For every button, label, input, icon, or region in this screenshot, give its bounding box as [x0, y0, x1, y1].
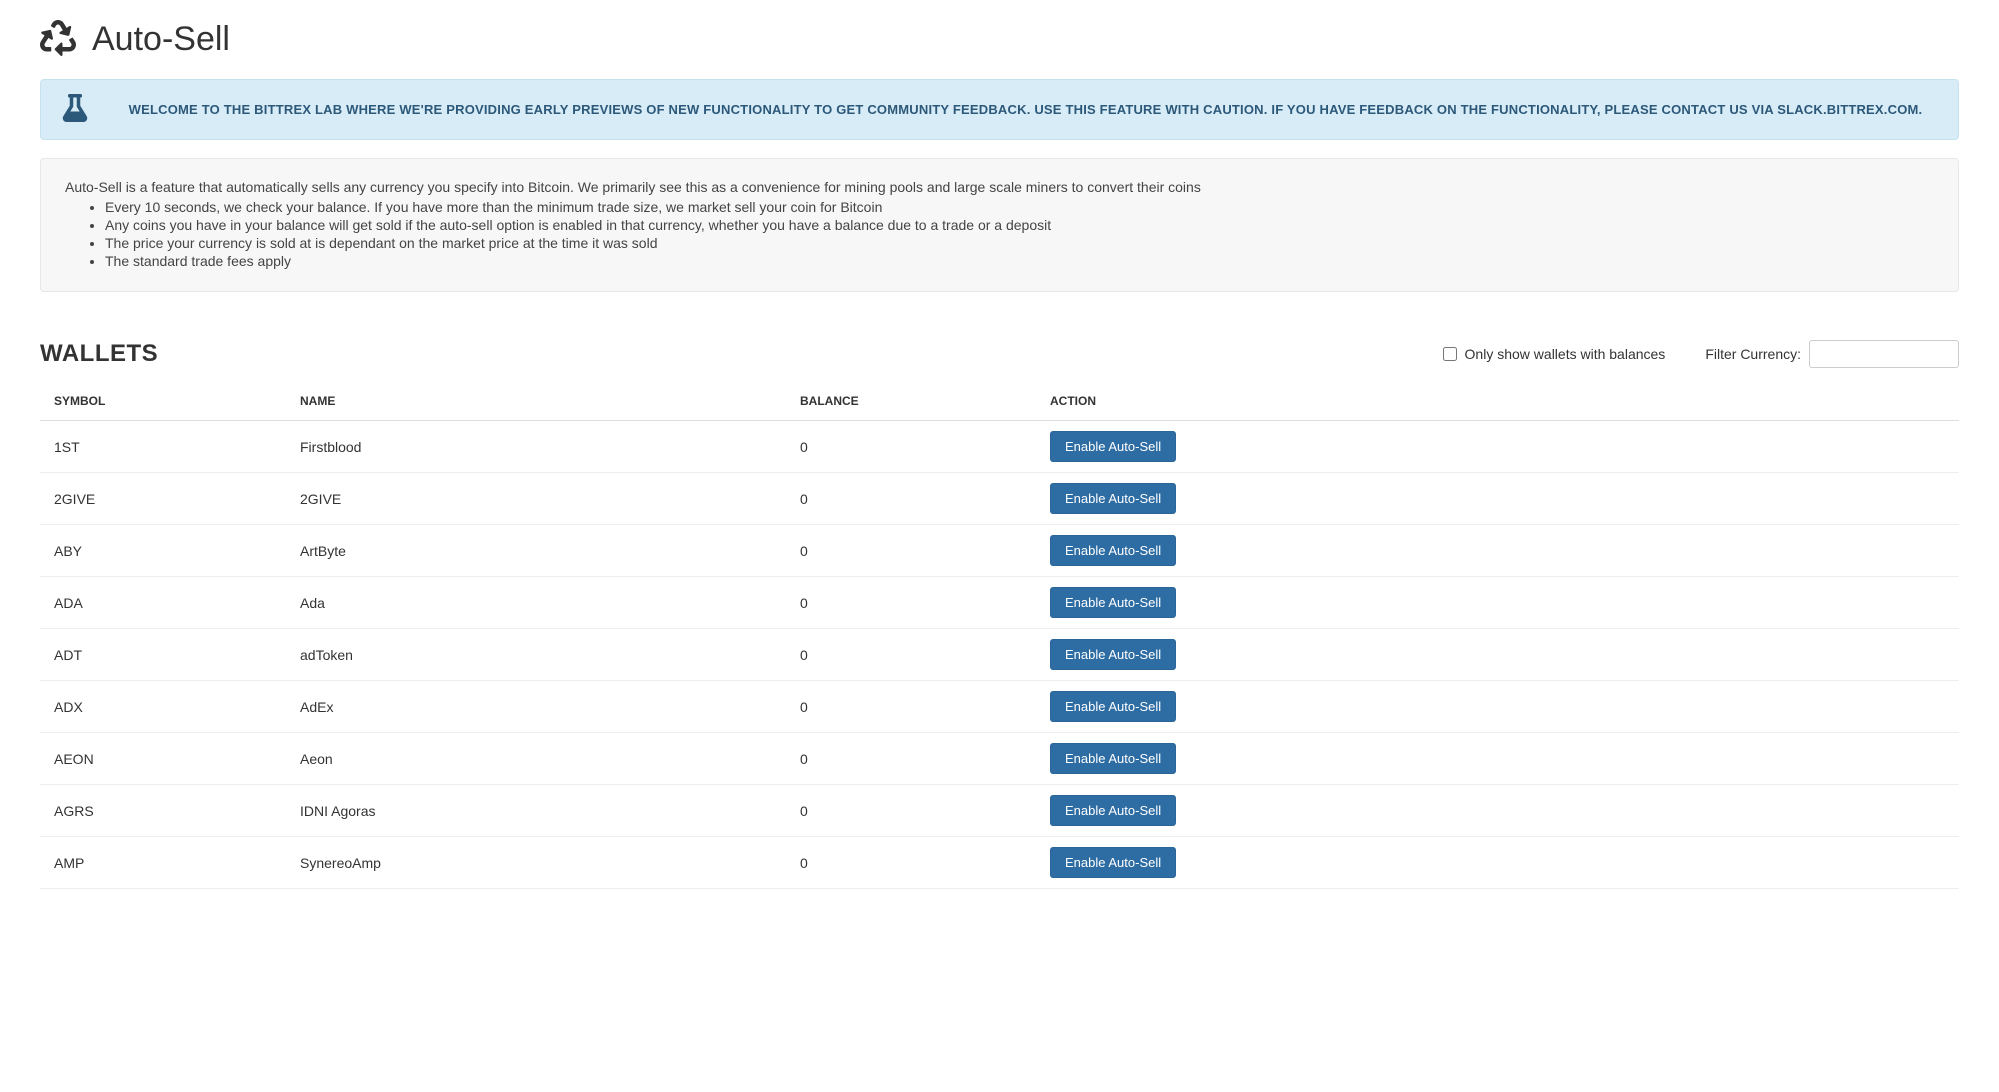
- cell-balance: 0: [790, 525, 1040, 577]
- cell-balance: 0: [790, 473, 1040, 525]
- cell-action: Enable Auto-Sell: [1040, 421, 1848, 473]
- enable-auto-sell-button[interactable]: Enable Auto-Sell: [1050, 847, 1176, 878]
- enable-auto-sell-button[interactable]: Enable Auto-Sell: [1050, 587, 1176, 618]
- cell-action: Enable Auto-Sell: [1040, 577, 1848, 629]
- wallets-controls: Only show wallets with balances Filter C…: [1443, 340, 1959, 368]
- cell-spacer: [1848, 577, 1959, 629]
- col-header-action: ACTION: [1040, 382, 1848, 421]
- cell-action: Enable Auto-Sell: [1040, 733, 1848, 785]
- cell-balance: 0: [790, 681, 1040, 733]
- description-panel: Auto-Sell is a feature that automaticall…: [40, 158, 1959, 292]
- enable-auto-sell-button[interactable]: Enable Auto-Sell: [1050, 639, 1176, 670]
- table-row: AMPSynereoAmp0 Enable Auto-Sell: [40, 837, 1959, 889]
- cell-spacer: [1848, 837, 1959, 889]
- table-header-row: SYMBOL NAME BALANCE ACTION: [40, 382, 1959, 421]
- only-balances-label: Only show wallets with balances: [1465, 346, 1666, 362]
- cell-name: IDNI Agoras: [290, 785, 790, 837]
- description-bullet: The price your currency is sold at is de…: [105, 235, 1934, 251]
- slack-link[interactable]: SLACK.BITTREX.COM: [1777, 102, 1918, 117]
- cell-spacer: [1848, 629, 1959, 681]
- cell-spacer: [1848, 785, 1959, 837]
- cell-name: adToken: [290, 629, 790, 681]
- cell-symbol: ADX: [40, 681, 290, 733]
- cell-balance: 0: [790, 733, 1040, 785]
- filter-currency-label: Filter Currency:: [1705, 346, 1801, 362]
- filter-currency-wrap: Filter Currency:: [1705, 340, 1959, 368]
- cell-name: ArtByte: [290, 525, 790, 577]
- cell-symbol: AGRS: [40, 785, 290, 837]
- table-row: ADTadToken0 Enable Auto-Sell: [40, 629, 1959, 681]
- description-intro: Auto-Sell is a feature that automaticall…: [65, 179, 1934, 195]
- description-bullet: Every 10 seconds, we check your balance.…: [105, 199, 1934, 215]
- table-row: ADAAda0 Enable Auto-Sell: [40, 577, 1959, 629]
- description-list: Every 10 seconds, we check your balance.…: [65, 199, 1934, 269]
- table-row: ABYArtByte0 Enable Auto-Sell: [40, 525, 1959, 577]
- wallets-title: WALLETS: [40, 340, 158, 368]
- table-row: AEONAeon0 Enable Auto-Sell: [40, 733, 1959, 785]
- cell-action: Enable Auto-Sell: [1040, 525, 1848, 577]
- only-balances-checkbox-wrap[interactable]: Only show wallets with balances: [1443, 346, 1666, 362]
- lab-alert-after: .: [1919, 102, 1923, 117]
- enable-auto-sell-button[interactable]: Enable Auto-Sell: [1050, 535, 1176, 566]
- col-header-symbol[interactable]: SYMBOL: [40, 382, 290, 421]
- table-row: ADXAdEx0 Enable Auto-Sell: [40, 681, 1959, 733]
- col-header-spacer: [1848, 382, 1959, 421]
- cell-name: Firstblood: [290, 421, 790, 473]
- cell-balance: 0: [790, 577, 1040, 629]
- cell-spacer: [1848, 681, 1959, 733]
- table-row: 2GIVE2GIVE0Enable Auto-Sell: [40, 473, 1959, 525]
- cell-symbol: ADT: [40, 629, 290, 681]
- page-title: Auto-Sell: [92, 20, 230, 59]
- cell-symbol: AEON: [40, 733, 290, 785]
- cell-spacer: [1848, 525, 1959, 577]
- enable-auto-sell-button[interactable]: Enable Auto-Sell: [1050, 431, 1176, 462]
- enable-auto-sell-button[interactable]: Enable Auto-Sell: [1050, 743, 1176, 774]
- enable-auto-sell-button[interactable]: Enable Auto-Sell: [1050, 483, 1176, 514]
- filter-currency-input[interactable]: [1809, 340, 1959, 368]
- wallets-table: SYMBOL NAME BALANCE ACTION 1STFirstblood…: [40, 382, 1959, 889]
- only-balances-checkbox[interactable]: [1443, 347, 1457, 361]
- cell-name: AdEx: [290, 681, 790, 733]
- cell-spacer: [1848, 473, 1959, 525]
- description-bullet: The standard trade fees apply: [105, 253, 1934, 269]
- table-row: AGRSIDNI Agoras0 Enable Auto-Sell: [40, 785, 1959, 837]
- cell-name: Aeon: [290, 733, 790, 785]
- cell-balance: 0: [790, 837, 1040, 889]
- cell-balance: 0: [790, 421, 1040, 473]
- cell-name: Ada: [290, 577, 790, 629]
- lab-alert: WELCOME TO THE BITTREX LAB WHERE WE'RE P…: [40, 79, 1959, 140]
- cell-balance: 0: [790, 629, 1040, 681]
- cell-spacer: [1848, 421, 1959, 473]
- lab-alert-before: WELCOME TO THE BITTREX LAB WHERE WE'RE P…: [129, 102, 1778, 117]
- cell-symbol: ABY: [40, 525, 290, 577]
- cell-spacer: [1848, 733, 1959, 785]
- cell-balance: 0: [790, 785, 1040, 837]
- cell-action: Enable Auto-Sell: [1040, 837, 1848, 889]
- page-header: Auto-Sell: [40, 20, 1959, 59]
- lab-alert-text: WELCOME TO THE BITTREX LAB WHERE WE'RE P…: [113, 102, 1938, 117]
- flask-icon: [61, 94, 89, 125]
- enable-auto-sell-button[interactable]: Enable Auto-Sell: [1050, 795, 1176, 826]
- table-row: 1STFirstblood0 Enable Auto-Sell: [40, 421, 1959, 473]
- col-header-name[interactable]: NAME: [290, 382, 790, 421]
- cell-symbol: 2GIVE: [40, 473, 290, 525]
- cell-name: 2GIVE: [290, 473, 790, 525]
- wallets-header: WALLETS Only show wallets with balances …: [40, 340, 1959, 368]
- cell-action: Enable Auto-Sell: [1040, 473, 1848, 525]
- cell-action: Enable Auto-Sell: [1040, 629, 1848, 681]
- cell-symbol: AMP: [40, 837, 290, 889]
- description-bullet: Any coins you have in your balance will …: [105, 217, 1934, 233]
- cell-name: SynereoAmp: [290, 837, 790, 889]
- cell-action: Enable Auto-Sell: [1040, 681, 1848, 733]
- recycle-icon: [40, 20, 76, 59]
- cell-symbol: ADA: [40, 577, 290, 629]
- cell-symbol: 1ST: [40, 421, 290, 473]
- enable-auto-sell-button[interactable]: Enable Auto-Sell: [1050, 691, 1176, 722]
- col-header-balance[interactable]: BALANCE: [790, 382, 1040, 421]
- cell-action: Enable Auto-Sell: [1040, 785, 1848, 837]
